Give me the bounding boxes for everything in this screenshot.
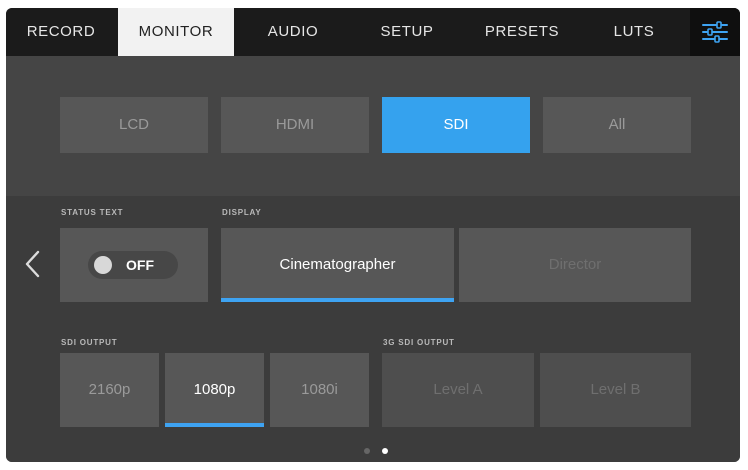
- toggle-knob: [94, 256, 112, 274]
- 3g-sdi-output-label: 3G SDI OUTPUT: [383, 338, 455, 347]
- display-cinematographer-label: Cinematographer: [279, 256, 396, 273]
- sdi-settings-section: STATUS TEXT DISPLAY OFF Cinematographer …: [6, 196, 740, 462]
- display-label: DISPLAY: [222, 208, 262, 217]
- sdi-2160p-button[interactable]: 2160p: [60, 353, 159, 427]
- back-chevron-icon[interactable]: [20, 247, 46, 281]
- display-cinematographer-button[interactable]: Cinematographer: [221, 228, 454, 302]
- monitor-settings-screen: RECORD MONITOR AUDIO SETUP PRESETS LUTS …: [6, 8, 740, 462]
- level-b-button[interactable]: Level B: [540, 353, 691, 427]
- status-text-panel: OFF: [60, 228, 208, 302]
- all-button[interactable]: All: [543, 97, 691, 153]
- status-text-value: OFF: [126, 257, 154, 273]
- level-a-button[interactable]: Level A: [382, 353, 534, 427]
- sdi-button[interactable]: SDI: [382, 97, 530, 153]
- lcd-button[interactable]: LCD: [60, 97, 208, 153]
- monitor-target-section: LCD HDMI SDI All: [6, 56, 740, 196]
- sdi-1080i-button[interactable]: 1080i: [270, 353, 369, 427]
- page-dot-1[interactable]: [364, 448, 370, 454]
- tab-settings[interactable]: [690, 8, 740, 56]
- tab-luts[interactable]: LUTS: [582, 8, 686, 56]
- status-text-toggle[interactable]: OFF: [88, 251, 178, 279]
- hdmi-button[interactable]: HDMI: [221, 97, 369, 153]
- sliders-icon: [702, 21, 728, 43]
- selected-underline: [165, 423, 264, 427]
- page-dot-2[interactable]: [382, 448, 388, 454]
- tab-presets[interactable]: PRESETS: [466, 8, 578, 56]
- tab-bar: RECORD MONITOR AUDIO SETUP PRESETS LUTS: [6, 8, 740, 56]
- tab-monitor[interactable]: MONITOR: [118, 8, 234, 56]
- status-text-label: STATUS TEXT: [61, 208, 124, 217]
- sdi-output-label: SDI OUTPUT: [61, 338, 118, 347]
- sdi-1080p-button[interactable]: 1080p: [165, 353, 264, 427]
- tab-setup[interactable]: SETUP: [352, 8, 462, 56]
- display-director-button[interactable]: Director: [459, 228, 691, 302]
- selected-underline: [221, 298, 454, 302]
- tab-record[interactable]: RECORD: [6, 8, 116, 56]
- tab-audio[interactable]: AUDIO: [238, 8, 348, 56]
- sdi-1080p-label: 1080p: [193, 381, 236, 398]
